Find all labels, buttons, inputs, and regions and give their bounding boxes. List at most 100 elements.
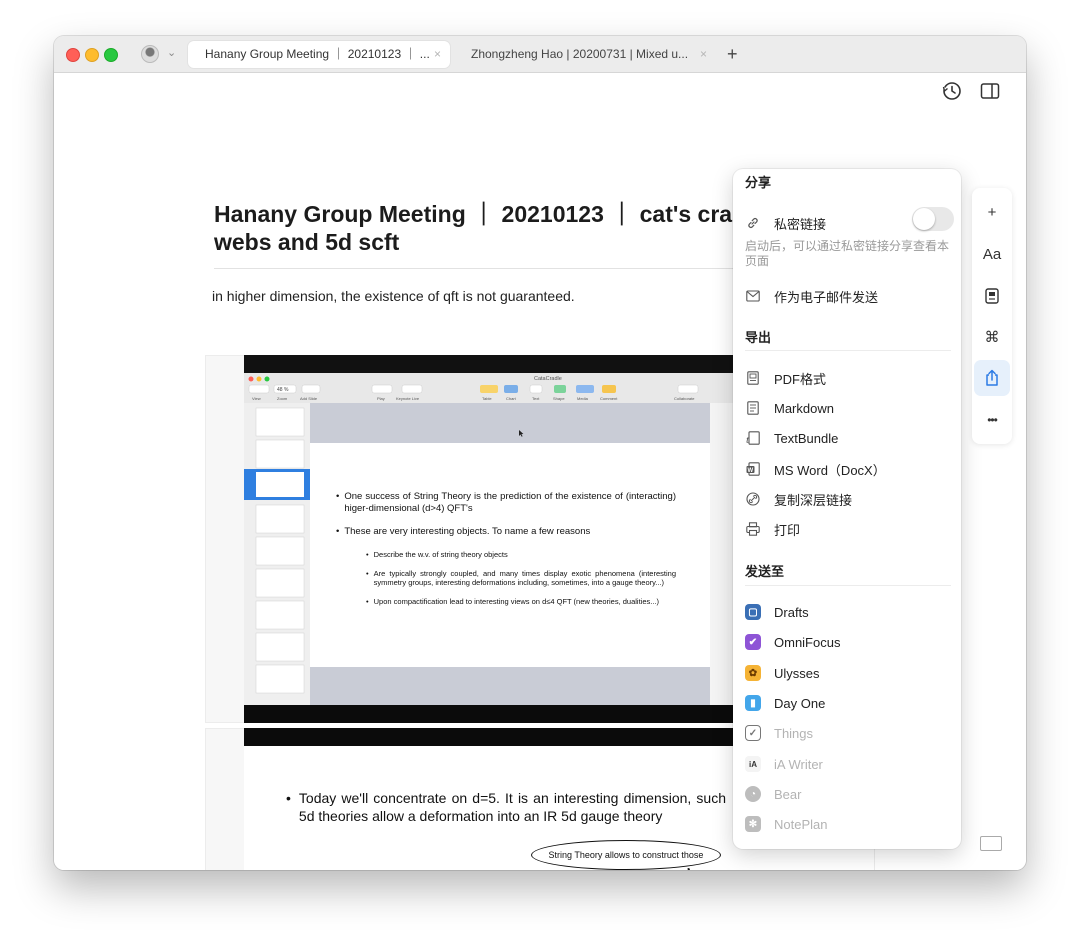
svg-text:Collaborate: Collaborate [674, 396, 695, 401]
new-tab-button[interactable]: + [727, 42, 738, 66]
export-deep-link[interactable]: 复制深层链接 [745, 487, 852, 511]
minimize-window-button[interactable] [85, 48, 99, 62]
tab-hanany-group-meeting[interactable]: Hanany Group Meeting ｜ 20210123 ｜ ... × [188, 41, 450, 68]
ulysses-icon: ✿ [745, 665, 761, 681]
send-item-label: iA Writer [774, 756, 823, 772]
keyboard-icon[interactable] [980, 836, 1002, 851]
export-item-label: Markdown [774, 400, 834, 416]
document-info-icon [985, 288, 999, 304]
private-link-label: 私密链接 [774, 216, 827, 232]
shortcuts-button[interactable]: ⌘ [974, 319, 1010, 355]
ia-writer-icon: iA [745, 756, 761, 772]
export-item-label: PDF格式 [774, 371, 827, 387]
svg-text:Keynote Live: Keynote Live [396, 396, 420, 401]
history-icon[interactable] [941, 80, 963, 102]
svg-text:Media: Media [577, 396, 589, 401]
export-word[interactable]: W MS Word（DocX） [745, 457, 886, 481]
export-section-header: 导出 [745, 330, 772, 345]
title-bar: ⌄ Hanany Group Meeting ｜ 20210123 ｜ ... … [54, 36, 1026, 73]
tab-close-icon[interactable]: × [700, 41, 707, 68]
more-button[interactable]: ••• [974, 402, 1010, 438]
share-section-header: 分享 [745, 175, 772, 190]
add-button[interactable]: + [974, 194, 1010, 230]
tab-close-icon[interactable]: × [434, 41, 441, 68]
tab-label: Zhongzheng Hao | 20200731 | Mixed u... [471, 47, 689, 61]
chevron-down-icon[interactable]: ⌄ [167, 46, 176, 59]
word-icon: W [745, 461, 761, 477]
send-item-label: Bear [774, 786, 802, 802]
email-label: 作为电子邮件发送 [774, 289, 879, 305]
close-window-button[interactable] [66, 48, 80, 62]
markdown-icon [745, 400, 761, 416]
tab-label: Hanany Group Meeting ｜ 20210123 ｜ ... [205, 47, 430, 61]
svg-text:Chart: Chart [506, 396, 517, 401]
svg-text:Comment: Comment [600, 396, 618, 401]
svg-text:Table: Table [482, 396, 492, 401]
info-button[interactable] [974, 278, 1010, 314]
send-to-section-header: 发送至 [745, 564, 785, 579]
link-icon [745, 215, 761, 231]
export-item-label: MS Word（DocX） [774, 462, 886, 478]
export-print[interactable]: 打印 [745, 517, 800, 541]
svg-text:Add Slide: Add Slide [300, 396, 318, 401]
keynote-screenshot[interactable]: CataCradle 48 % View Zoom Add Slide Play… [244, 355, 734, 723]
bear-icon: ◔ [745, 786, 761, 802]
keynote-app-title: CataCradle [534, 376, 562, 382]
drafts-icon: ▢ [745, 604, 761, 620]
private-link-row[interactable]: 私密链接 [745, 211, 826, 235]
send-item-label: NotePlan [774, 816, 828, 832]
svg-text:Shape: Shape [553, 396, 565, 401]
svg-text:Play: Play [377, 396, 385, 401]
export-item-label: TextBundle [774, 430, 839, 446]
send-item-label: Ulysses [774, 665, 820, 681]
noteplan-icon: ✻ [745, 816, 761, 832]
things-icon: ✓ [745, 725, 761, 741]
send-to-drafts[interactable]: ▢ Drafts [745, 600, 809, 624]
send-to-ulysses[interactable]: ✿ Ulysses [745, 661, 820, 685]
export-item-label: 复制深层链接 [774, 492, 853, 508]
send-item-label: Day One [774, 695, 826, 711]
sidebar-toggle-icon[interactable] [979, 80, 1001, 102]
textbundle-icon: t [745, 430, 761, 446]
page-title[interactable]: Hanany Group Meeting ｜ 20210123 ｜ cat's … [214, 200, 744, 260]
right-toolbar: + Aa ⌘ ••• [972, 188, 1012, 444]
share-panel: 分享 私密链接 启动后，可以通过私密链接分享查看本页面 作为电子邮件发送 导出 … [733, 169, 961, 849]
svg-text:View: View [252, 396, 261, 401]
avatar[interactable] [141, 45, 159, 63]
send-item-label: Drafts [774, 604, 809, 620]
export-textbundle[interactable]: t TextBundle [745, 426, 838, 450]
slide-bullet: • Today we'll concentrate on d=5. It is a… [286, 790, 726, 824]
send-to-omnifocus[interactable]: ✔ OmniFocus [745, 630, 840, 654]
divider [745, 350, 951, 351]
export-pdf[interactable]: PDF格式 [745, 366, 826, 390]
svg-text:Text: Text [532, 396, 540, 401]
send-to-noteplan: ✻ NotePlan [745, 812, 827, 836]
svg-text:Zoom: Zoom [277, 396, 288, 401]
svg-text:48 %: 48 % [277, 387, 289, 393]
zoom-window-button[interactable] [104, 48, 118, 62]
envelope-icon [745, 288, 761, 304]
title-divider [214, 268, 754, 269]
send-to-ia-writer: iA iA Writer [745, 752, 823, 776]
tab-zhongzheng-hao[interactable]: Zhongzheng Hao | 20200731 | Mixed u... × [454, 41, 716, 68]
send-to-day-one[interactable]: ▮ Day One [745, 691, 825, 715]
print-icon [745, 521, 761, 537]
app-window: ⌄ Hanany Group Meeting ｜ 20210123 ｜ ... … [54, 36, 1026, 870]
deep-link-icon [745, 491, 761, 507]
send-to-bear: ◔ Bear [745, 782, 801, 806]
share-icon [986, 369, 998, 386]
divider [745, 585, 951, 586]
paragraph[interactable]: in higher dimension, the existence of qf… [212, 288, 575, 304]
callout-bubble: String Theory allows to construct those [531, 840, 721, 870]
share-button[interactable] [974, 360, 1010, 396]
send-item-label: OmniFocus [774, 634, 841, 650]
day-one-icon: ▮ [745, 695, 761, 711]
export-markdown[interactable]: Markdown [745, 396, 834, 420]
email-row[interactable]: 作为电子邮件发送 [745, 284, 878, 308]
send-to-things: ✓ Things [745, 721, 813, 745]
private-link-hint: 启动后，可以通过私密链接分享查看本页面 [745, 239, 950, 268]
private-link-toggle[interactable] [912, 207, 954, 231]
format-button[interactable]: Aa [974, 236, 1010, 272]
send-item-label: Things [774, 725, 814, 741]
omnifocus-icon: ✔ [745, 634, 761, 650]
